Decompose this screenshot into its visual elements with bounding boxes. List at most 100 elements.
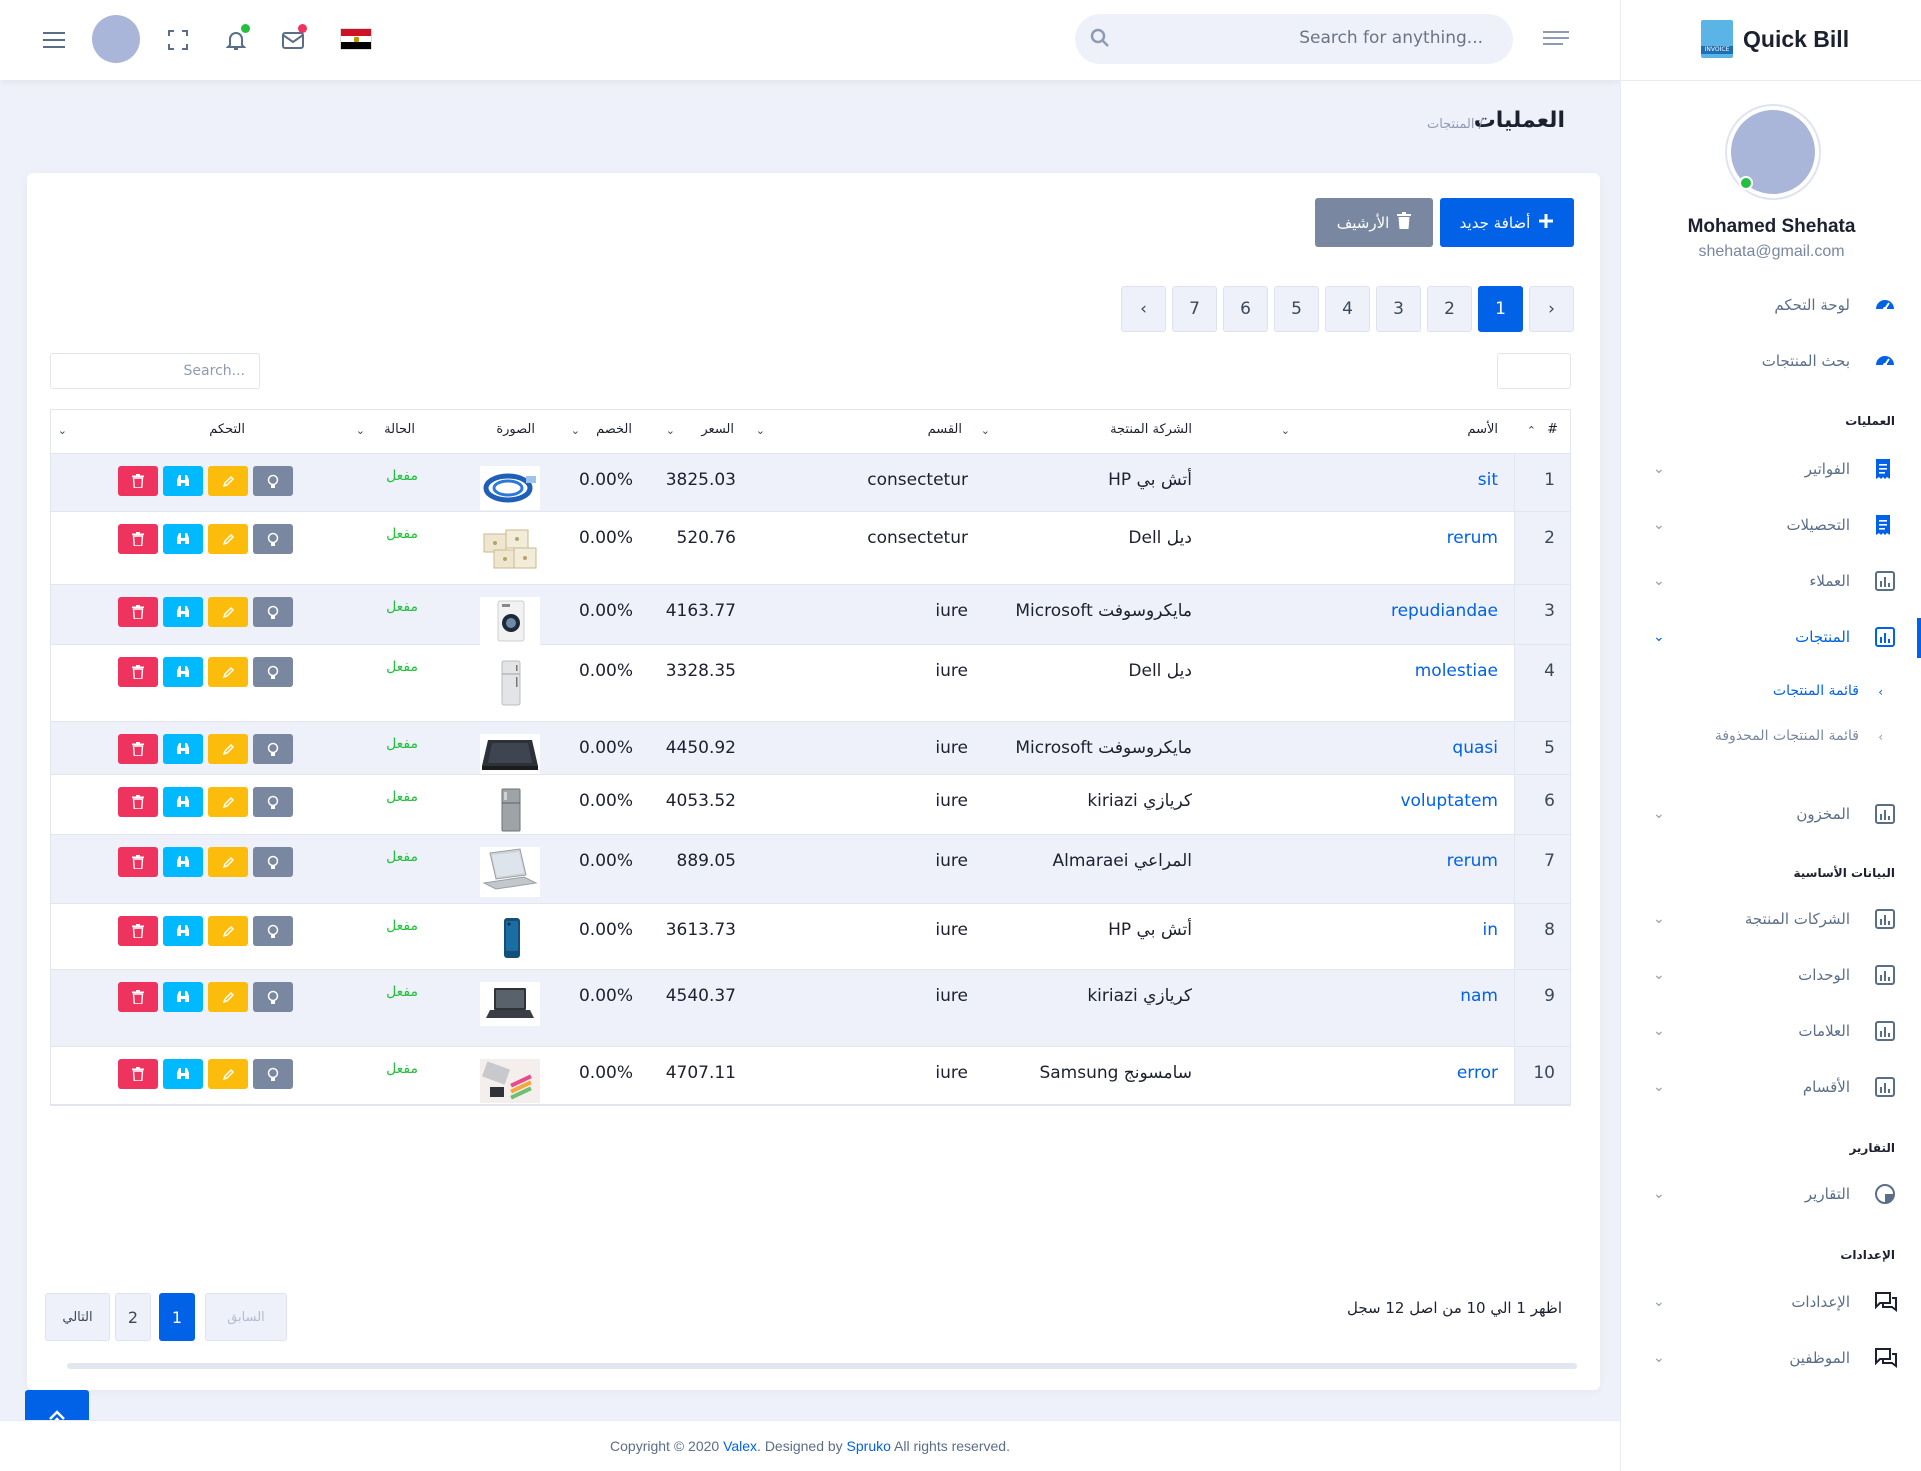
- header-company[interactable]: الشركة المنتجة: [1110, 422, 1192, 437]
- delete-button[interactable]: [118, 982, 158, 1012]
- footer-brand-link[interactable]: Valex: [723, 1438, 757, 1454]
- pager-page-button[interactable]: 3: [1376, 286, 1421, 332]
- delete-button[interactable]: [118, 734, 158, 764]
- view-button[interactable]: [163, 466, 203, 496]
- sort-down-icon[interactable]: ⌄: [571, 424, 580, 437]
- sort-down-icon[interactable]: ⌄: [981, 424, 990, 437]
- view-button[interactable]: [163, 657, 203, 687]
- edit-button[interactable]: [208, 787, 248, 817]
- sidebar-item-ops-2[interactable]: العملاء ⌄: [1621, 567, 1921, 597]
- delete-button[interactable]: [118, 1059, 158, 1089]
- delete-button[interactable]: [118, 787, 158, 817]
- delete-button[interactable]: [118, 466, 158, 496]
- edit-button[interactable]: [208, 847, 248, 877]
- sidebar-item-basic-0[interactable]: الشركات المنتجة ⌄: [1621, 905, 1921, 935]
- sort-down-icon[interactable]: ⌄: [756, 424, 765, 437]
- product-name-link[interactable]: in: [1483, 920, 1499, 940]
- sidebar-subitem-1[interactable]: قائمة المنتجات المحذوفة: [1715, 728, 1859, 744]
- toggle-status-button[interactable]: [253, 524, 293, 554]
- fullscreen-icon[interactable]: [160, 22, 196, 58]
- pager-next-button[interactable]: ›: [1529, 286, 1574, 332]
- pager-prev-button[interactable]: ‹: [1121, 286, 1166, 332]
- sidebar-item-basic-2[interactable]: العلامات ⌄: [1621, 1017, 1921, 1047]
- product-name-link[interactable]: repudiandae: [1391, 601, 1498, 621]
- view-button[interactable]: [163, 597, 203, 627]
- toggle-status-button[interactable]: [253, 466, 293, 496]
- toggle-status-button[interactable]: [253, 597, 293, 627]
- view-button[interactable]: [163, 1059, 203, 1089]
- hamburger-menu-icon[interactable]: [36, 22, 72, 58]
- edit-button[interactable]: [208, 734, 248, 764]
- sidebar-item-ops-0[interactable]: الفواتير ⌄: [1621, 455, 1921, 485]
- toggle-status-button[interactable]: [253, 787, 293, 817]
- sort-down-icon[interactable]: ⌄: [1281, 424, 1290, 437]
- brand-logo[interactable]: INVOICE Quick Bill: [1701, 20, 1849, 58]
- table-search-input[interactable]: Search...: [50, 353, 260, 389]
- sidebar-item-ops-3[interactable]: المنتجات ⌄: [1621, 623, 1921, 653]
- pager-page-button[interactable]: 2: [1427, 286, 1472, 332]
- delete-button[interactable]: [118, 847, 158, 877]
- product-name-link[interactable]: rerum: [1447, 851, 1498, 871]
- delete-button[interactable]: [118, 524, 158, 554]
- sort-down-icon[interactable]: ⌄: [666, 424, 675, 437]
- horizontal-scrollbar[interactable]: [67, 1363, 1577, 1369]
- global-search-input[interactable]: Search for anything...: [1075, 14, 1513, 64]
- right-menu-icon[interactable]: [1543, 28, 1569, 54]
- header-avatar[interactable]: [92, 15, 140, 63]
- sidebar-item-ops-1[interactable]: التحصيلات ⌄: [1621, 511, 1921, 541]
- view-button[interactable]: [163, 787, 203, 817]
- view-button[interactable]: [163, 847, 203, 877]
- page-length-select[interactable]: [1497, 353, 1571, 389]
- pager-page-button[interactable]: 2: [115, 1293, 151, 1341]
- header-discount[interactable]: الخصم: [596, 422, 632, 437]
- header-control[interactable]: التحكم: [209, 422, 245, 437]
- view-button[interactable]: [163, 734, 203, 764]
- sidebar-item-basic-3[interactable]: الأقسام ⌄: [1621, 1073, 1921, 1103]
- product-name-link[interactable]: rerum: [1447, 528, 1498, 548]
- sort-up-icon[interactable]: ⌃: [1527, 424, 1536, 437]
- pager-page-button[interactable]: 1: [1478, 286, 1523, 332]
- pager-page-button[interactable]: 1: [159, 1293, 195, 1341]
- toggle-status-button[interactable]: [253, 657, 293, 687]
- footer-designer-link[interactable]: Spruko: [847, 1438, 891, 1454]
- profile-avatar[interactable]: [1727, 106, 1819, 198]
- delete-button[interactable]: [118, 916, 158, 946]
- archive-button[interactable]: الأرشيف: [1315, 198, 1433, 247]
- header-name[interactable]: الأسم: [1467, 422, 1498, 437]
- toggle-status-button[interactable]: [253, 1059, 293, 1089]
- product-name-link[interactable]: sit: [1478, 470, 1498, 490]
- toggle-status-button[interactable]: [253, 916, 293, 946]
- pager-page-button[interactable]: 6: [1223, 286, 1268, 332]
- product-name-link[interactable]: molestiae: [1415, 661, 1498, 681]
- product-name-link[interactable]: quasi: [1452, 738, 1498, 758]
- sidebar-item-top-1[interactable]: بحث المنتجات: [1621, 347, 1921, 377]
- sidebar-item-basic-1[interactable]: الوحدات ⌄: [1621, 961, 1921, 991]
- sidebar-item-stock[interactable]: المخزون ⌄: [1621, 800, 1921, 830]
- header-image[interactable]: الصورة: [496, 422, 535, 437]
- delete-button[interactable]: [118, 597, 158, 627]
- edit-button[interactable]: [208, 524, 248, 554]
- sidebar-item-top-0[interactable]: لوحة التحكم: [1621, 291, 1921, 321]
- product-name-link[interactable]: voluptatem: [1400, 791, 1498, 811]
- edit-button[interactable]: [208, 916, 248, 946]
- toggle-status-button[interactable]: [253, 847, 293, 877]
- sidebar-item-settings-1[interactable]: الموظفين ⌄: [1621, 1344, 1921, 1374]
- pager-page-button[interactable]: 5: [1274, 286, 1319, 332]
- egypt-flag-icon[interactable]: [340, 28, 372, 50]
- edit-button[interactable]: [208, 466, 248, 496]
- edit-button[interactable]: [208, 657, 248, 687]
- sidebar-item-reports-0[interactable]: التقارير ⌄: [1621, 1180, 1921, 1210]
- header-category[interactable]: القسم: [928, 422, 962, 437]
- edit-button[interactable]: [208, 1059, 248, 1089]
- sort-down-icon[interactable]: ⌄: [58, 424, 67, 437]
- toggle-status-button[interactable]: [253, 734, 293, 764]
- breadcrumb[interactable]: / المنتجات: [1427, 117, 1483, 132]
- sort-down-icon[interactable]: ⌄: [356, 424, 365, 437]
- edit-button[interactable]: [208, 982, 248, 1012]
- header-price[interactable]: السعر: [701, 422, 734, 437]
- view-button[interactable]: [163, 982, 203, 1012]
- pager-next-button[interactable]: التالي: [45, 1293, 110, 1341]
- pager-page-button[interactable]: 4: [1325, 286, 1370, 332]
- add-new-button[interactable]: أضافة جديد: [1440, 198, 1574, 247]
- delete-button[interactable]: [118, 657, 158, 687]
